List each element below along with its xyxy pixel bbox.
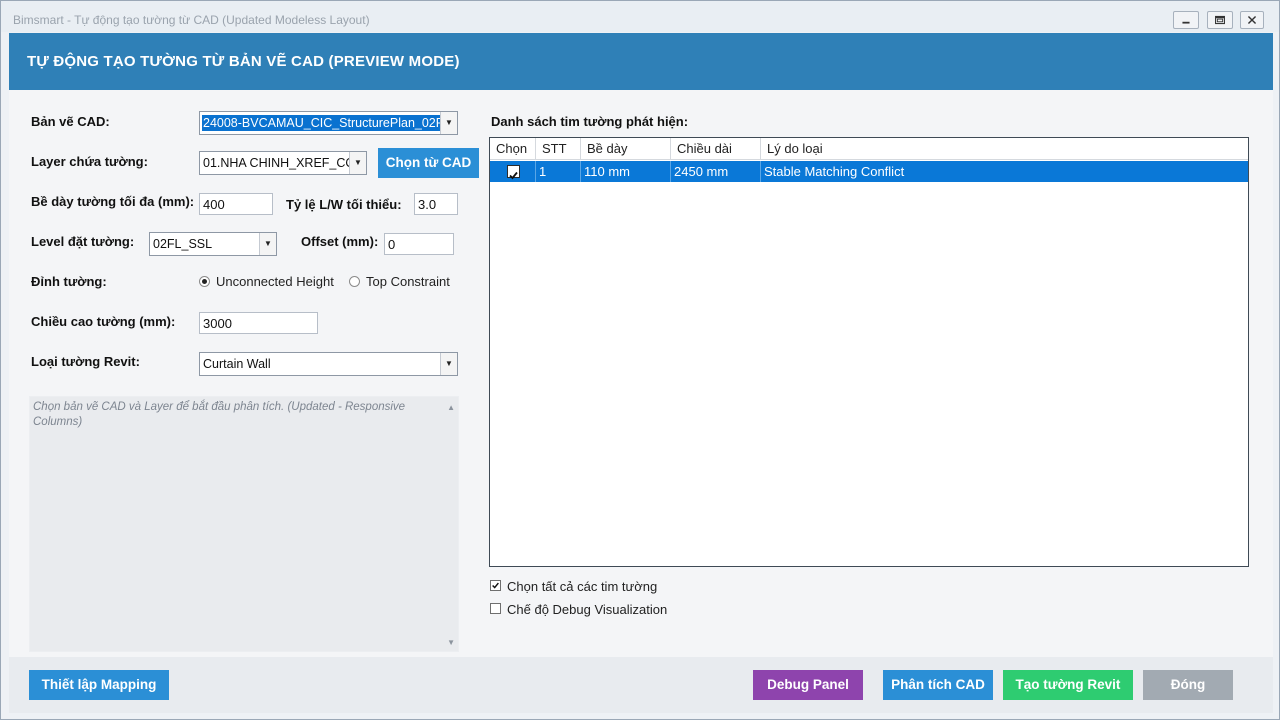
select-all-label[interactable]: Chọn tất cả các tim tường: [507, 579, 657, 594]
row-length: 2450 mm: [671, 161, 761, 182]
radio-top-constraint[interactable]: [349, 276, 360, 287]
level-dropdown-value: 02FL_SSL: [153, 237, 213, 251]
column-header-reason[interactable]: Lý do loại: [761, 138, 1248, 160]
checkmark-icon: [509, 171, 518, 180]
checkmark-icon: [492, 582, 499, 589]
cad-dropdown-value: 24008-BVCAMAU_CIC_StructurePlan_02FL: [202, 115, 452, 131]
radio-unconnected-height[interactable]: [199, 276, 210, 287]
debug-visualization-checkbox[interactable]: [490, 603, 501, 614]
pick-from-cad-button[interactable]: Chọn từ CAD: [378, 148, 479, 178]
create-revit-walls-button[interactable]: Tạo tường Revit: [1003, 670, 1133, 700]
column-header-thickness[interactable]: Bề dày: [581, 138, 671, 160]
log-text: Chọn bản vẽ CAD và Layer để bắt đầu phân…: [33, 401, 406, 428]
scroll-down-icon[interactable]: ▼: [447, 638, 455, 647]
close-icon: [1247, 15, 1257, 25]
mapping-setup-button[interactable]: Thiết lập Mapping: [29, 670, 169, 700]
offset-field[interactable]: 0: [384, 233, 454, 255]
grid-header: Chọn STT Bề dày Chiều dài Lý do loại: [490, 138, 1248, 160]
radio-top-constraint-label[interactable]: Top Constraint: [366, 274, 450, 289]
header-banner: TỰ ĐỘNG TẠO TƯỜNG TỪ BẢN VẼ CAD (PREVIEW…: [9, 33, 1273, 90]
wall-height-field[interactable]: 3000: [199, 312, 318, 334]
restore-icon: [1215, 15, 1225, 25]
close-window-button[interactable]: [1240, 11, 1264, 29]
wall-type-dropdown-value: Curtain Wall: [203, 357, 271, 371]
scroll-up-icon[interactable]: ▲: [447, 403, 455, 412]
list-title: Danh sách tim tường phát hiện:: [491, 114, 689, 129]
footer-bar: Thiết lập Mapping Debug Panel Phân tích …: [9, 657, 1273, 713]
max-thickness-field[interactable]: 400: [199, 193, 273, 215]
analyze-cad-button[interactable]: Phân tích CAD: [883, 670, 993, 700]
column-header-select[interactable]: Chọn: [490, 138, 536, 160]
row-stt: 1: [536, 161, 581, 182]
title-bar[interactable]: Bimsmart - Tự động tạo tường từ CAD (Upd…: [1, 1, 1279, 32]
wall-top-label: Đỉnh tường:: [31, 274, 107, 289]
table-row[interactable]: 1 110 mm 2450 mm Stable Matching Conflic…: [490, 161, 1248, 182]
level-label: Level đặt tường:: [31, 234, 135, 249]
wall-type-label: Loại tường Revit:: [31, 354, 140, 369]
select-all-checkbox[interactable]: [490, 580, 501, 591]
cad-dropdown[interactable]: 24008-BVCAMAU_CIC_StructurePlan_02FL ▼: [199, 111, 458, 135]
minimize-button[interactable]: [1173, 11, 1199, 29]
wall-type-dropdown[interactable]: Curtain Wall ▼: [199, 352, 458, 376]
column-header-length[interactable]: Chiều dài: [671, 138, 761, 160]
chevron-down-icon: ▼: [440, 112, 457, 134]
offset-label: Offset (mm):: [301, 234, 379, 249]
content-area: Bản vẽ CAD: 24008-BVCAMAU_CIC_StructureP…: [9, 90, 1273, 657]
min-ratio-field[interactable]: 3.0: [414, 193, 458, 215]
main-window: Bimsmart - Tự động tạo tường từ CAD (Upd…: [0, 0, 1280, 720]
wall-height-label: Chiều cao tường (mm):: [31, 314, 176, 329]
max-thickness-label: Bề dày tường tối đa (mm):: [31, 194, 195, 209]
layer-dropdown-value: 01.NHA CHINH_XREF_COI: [203, 156, 359, 170]
row-checkbox[interactable]: [507, 165, 520, 180]
chevron-down-icon: ▼: [349, 152, 366, 174]
chevron-down-icon: ▼: [259, 233, 276, 255]
radio-unconnected-height-label[interactable]: Unconnected Height: [216, 274, 334, 289]
restore-button[interactable]: [1207, 11, 1233, 29]
row-thickness: 110 mm: [581, 161, 671, 182]
log-output[interactable]: Chọn bản vẽ CAD và Layer để bắt đầu phân…: [29, 396, 459, 652]
wall-list-grid[interactable]: Chọn STT Bề dày Chiều dài Lý do loại 1 1…: [489, 137, 1249, 567]
debug-visualization-label[interactable]: Chế độ Debug Visualization: [507, 602, 667, 617]
layer-label: Layer chứa tường:: [31, 154, 148, 169]
layer-dropdown[interactable]: 01.NHA CHINH_XREF_COI ▼: [199, 151, 367, 175]
page-title: TỰ ĐỘNG TẠO TƯỜNG TỪ BẢN VẼ CAD (PREVIEW…: [27, 53, 460, 70]
row-select-cell[interactable]: [490, 161, 536, 182]
close-button[interactable]: Đóng: [1143, 670, 1233, 700]
cad-label: Bản vẽ CAD:: [31, 114, 110, 129]
column-header-stt[interactable]: STT: [536, 138, 581, 160]
minimize-icon: [1182, 21, 1190, 24]
debug-panel-button[interactable]: Debug Panel: [753, 670, 863, 700]
window-title: Bimsmart - Tự động tạo tường từ CAD (Upd…: [13, 13, 370, 27]
level-dropdown[interactable]: 02FL_SSL ▼: [149, 232, 277, 256]
row-reason: Stable Matching Conflict: [764, 164, 905, 179]
chevron-down-icon: ▼: [440, 353, 457, 375]
min-ratio-label: Tỷ lệ L/W tối thiểu:: [286, 197, 402, 212]
